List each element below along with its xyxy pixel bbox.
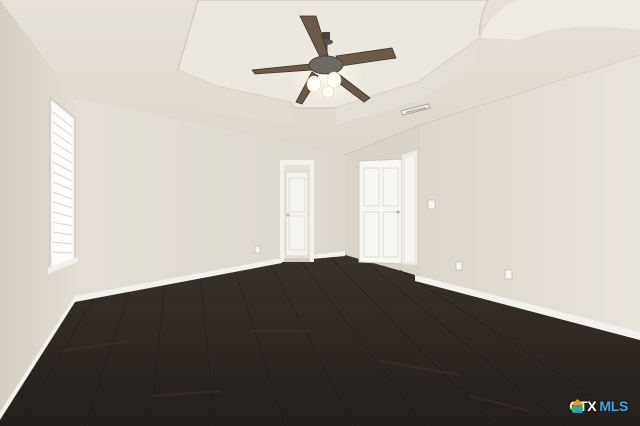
light-switch [427,199,436,210]
ctxmls-watermark: CTX MLS [569,398,628,414]
power-outlet-right [504,269,513,280]
room-photo: CTX MLS [0,0,640,426]
open-doorway [280,160,314,262]
window-blinds [48,96,78,274]
power-outlet-back [254,245,261,254]
house-flower-icon [571,399,585,413]
closed-door [358,150,417,265]
room-illustration [0,0,640,426]
watermark-suffix: MLS [599,398,628,414]
power-outlet [455,261,463,271]
